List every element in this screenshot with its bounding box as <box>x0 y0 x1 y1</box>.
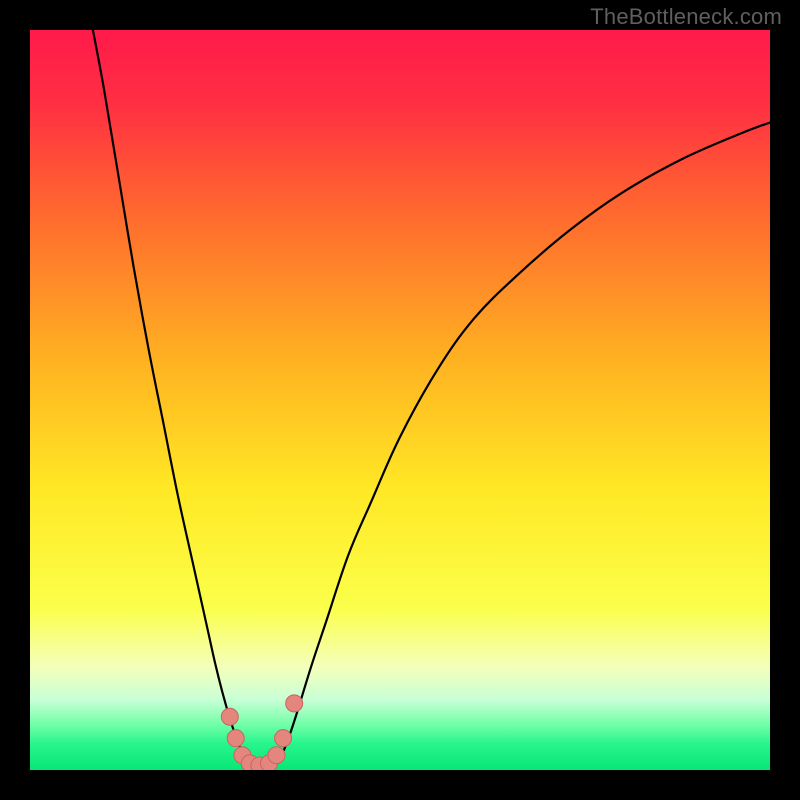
curve-right-branch <box>274 123 770 767</box>
marker-dot <box>227 730 244 747</box>
marker-dot <box>286 695 303 712</box>
bottleneck-curve <box>30 30 770 770</box>
curve-left-branch <box>93 30 252 766</box>
outer-black-frame: TheBottleneck.com <box>0 0 800 800</box>
plot-area <box>30 30 770 770</box>
marker-dot <box>275 730 292 747</box>
marker-dot <box>268 747 285 764</box>
marker-dot <box>221 708 238 725</box>
watermark-text: TheBottleneck.com <box>590 4 782 30</box>
